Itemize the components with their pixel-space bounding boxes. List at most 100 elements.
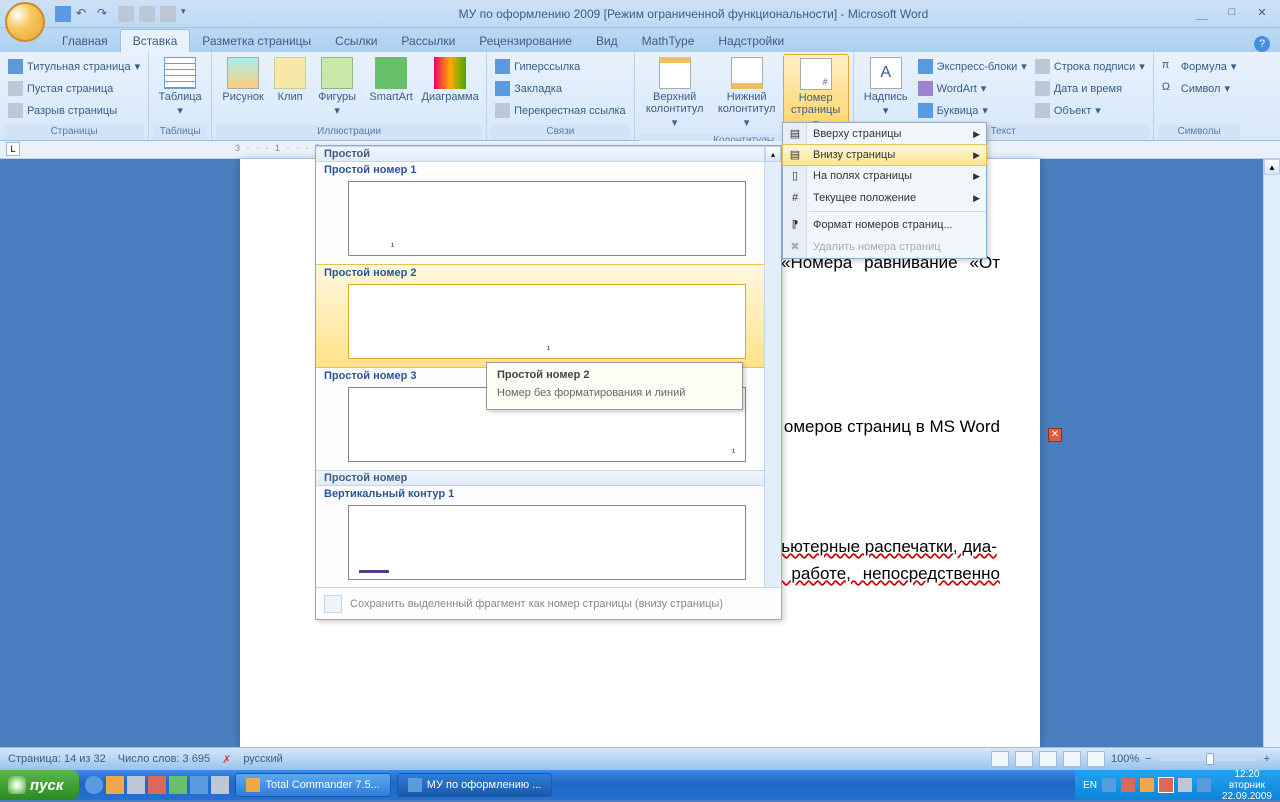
tray-volume-icon[interactable] — [1178, 778, 1192, 792]
undo-icon[interactable]: ↶ — [76, 6, 92, 22]
pn-page-margins[interactable]: ▯На полях страницы▶ — [783, 165, 986, 187]
group-symbols: πФормула▾ ΩСимвол▾ Символы — [1154, 52, 1245, 140]
header-button[interactable]: Верхний колонтитул▾ — [639, 54, 711, 134]
signature-button[interactable]: Строка подписи▾ — [1035, 56, 1145, 77]
ql-mail-icon[interactable] — [106, 776, 124, 794]
chevron-right-icon: ▶ — [973, 129, 980, 140]
taskbar-task-active[interactable]: МУ по оформлению ... — [397, 773, 553, 797]
pn-bottom-of-page[interactable]: ▤Внизу страницы▶ — [782, 144, 987, 166]
blank-page-button[interactable]: Пустая страница — [8, 78, 140, 99]
start-button[interactable]: пуск — [0, 770, 79, 800]
object-button[interactable]: Объект▾ — [1035, 100, 1145, 121]
qat-more-icon[interactable]: ▾ — [181, 6, 197, 22]
ql-desktop-icon[interactable] — [127, 776, 145, 794]
zoom-thumb[interactable] — [1206, 753, 1214, 765]
tab-review[interactable]: Рецензирование — [467, 30, 584, 52]
tray-network-icon[interactable] — [1102, 778, 1116, 792]
ql-app-icon[interactable] — [211, 776, 229, 794]
status-proof-icon[interactable]: ✗ — [222, 753, 231, 766]
footer-button[interactable]: Нижний колонтитул▾ — [711, 54, 783, 134]
tray-app-icon[interactable] — [1140, 778, 1154, 792]
dropcap-button[interactable]: Буквица▾ — [918, 100, 1027, 121]
crossref-button[interactable]: Перекрестная ссылка — [495, 100, 626, 121]
chart-button[interactable]: Диаграмма — [418, 54, 482, 125]
scroll-up-icon[interactable]: ▴ — [765, 146, 781, 162]
view-reading-icon[interactable] — [1015, 751, 1033, 767]
pn-top-of-page[interactable]: ▤Вверху страницы▶ — [783, 123, 986, 145]
symbol-button[interactable]: ΩСимвол▾ — [1162, 78, 1237, 99]
ql-app-icon[interactable] — [190, 776, 208, 794]
redo-icon[interactable]: ↷ — [97, 6, 113, 22]
tray-av-icon[interactable] — [1121, 778, 1135, 792]
zoom-in-icon[interactable]: + — [1264, 753, 1270, 765]
pn-current-position[interactable]: #Текущее положение▶ — [783, 187, 986, 209]
tab-mailings[interactable]: Рассылки — [389, 30, 467, 52]
tab-home[interactable]: Главная — [50, 30, 120, 52]
status-language[interactable]: русский — [243, 753, 282, 766]
tab-mathtype[interactable]: MathType — [630, 30, 707, 52]
bookmark-icon — [495, 81, 510, 96]
cover-page-button[interactable]: Титульная страница▾ — [8, 56, 140, 77]
preview-icon[interactable] — [139, 6, 155, 22]
bookmark-button[interactable]: Закладка — [495, 78, 626, 99]
open-icon[interactable] — [160, 6, 176, 22]
datetime-button[interactable]: Дата и время — [1035, 78, 1145, 99]
gallery-scrollbar[interactable]: ▴ — [764, 146, 781, 587]
minimize-button[interactable]: ＿ — [1190, 6, 1214, 22]
taskbar: пуск Total Commander 7.5... МУ по оформл… — [0, 770, 1280, 800]
zoom-out-icon[interactable]: − — [1145, 753, 1151, 765]
view-draft-icon[interactable] — [1087, 751, 1105, 767]
gallery-item[interactable]: Простой номер 1 ¹ — [316, 162, 764, 256]
maximize-button[interactable]: □ — [1220, 6, 1244, 22]
tooltip-body: Номер без форматирования и линий — [497, 387, 732, 399]
print-icon[interactable] — [118, 6, 134, 22]
clipart-button[interactable]: Клип — [270, 54, 310, 125]
vertical-scrollbar[interactable]: ▲ — [1263, 159, 1280, 747]
ql-app-icon[interactable] — [169, 776, 187, 794]
smartart-button[interactable]: SmartArt — [364, 54, 418, 125]
ql-app-icon[interactable] — [148, 776, 166, 794]
hyperlink-button[interactable]: Гиперссылка — [495, 56, 626, 77]
gallery-item[interactable]: Вертикальный контур 1 — [316, 486, 764, 580]
status-page[interactable]: Страница: 14 из 32 — [8, 753, 106, 766]
zoom-value[interactable]: 100% — [1111, 753, 1139, 765]
table-button[interactable]: Таблица▾ — [153, 54, 207, 125]
status-words[interactable]: Число слов: 3 695 — [118, 753, 210, 766]
tab-page-layout[interactable]: Разметка страницы — [190, 30, 323, 52]
tab-view[interactable]: Вид — [584, 30, 630, 52]
tray-keyboard-icon[interactable] — [1159, 778, 1173, 792]
tray-clock[interactable]: 12:20 вторник 22.09.2009 — [1222, 769, 1272, 802]
gallery-item-selected[interactable]: Простой номер 2 ¹ — [316, 264, 764, 368]
tray-lang[interactable]: EN — [1083, 780, 1097, 791]
quickparts-button[interactable]: Экспресс-блоки▾ — [918, 56, 1027, 77]
group-pages: Титульная страница▾ Пустая страница Разр… — [0, 52, 149, 140]
tab-insert[interactable]: Вставка — [120, 29, 191, 52]
equation-button[interactable]: πФормула▾ — [1162, 56, 1237, 77]
tray-bt-icon[interactable] — [1197, 778, 1211, 792]
tab-references[interactable]: Ссылки — [323, 30, 389, 52]
word-icon — [408, 778, 422, 792]
scroll-up-icon[interactable]: ▲ — [1264, 159, 1280, 175]
pn-format[interactable]: ⁋Формат номеров страниц... — [783, 214, 986, 236]
picture-toolbar-close-icon[interactable]: ✕ — [1048, 428, 1062, 442]
page-break-button[interactable]: Разрыв страницы — [8, 100, 140, 121]
tab-addins[interactable]: Надстройки — [706, 30, 796, 52]
view-web-icon[interactable] — [1039, 751, 1057, 767]
ql-ie-icon[interactable] — [85, 776, 103, 794]
ribbon-tabs: Главная Вставка Разметка страницы Ссылки… — [0, 28, 1280, 52]
gallery-footer[interactable]: Сохранить выделенный фрагмент как номер … — [316, 587, 781, 619]
close-button[interactable]: ✕ — [1250, 6, 1274, 22]
taskbar-task[interactable]: Total Commander 7.5... — [235, 773, 390, 797]
shapes-button[interactable]: Фигуры▾ — [310, 54, 364, 125]
save-icon[interactable] — [55, 6, 71, 22]
zoom-slider[interactable] — [1158, 757, 1258, 761]
wordart-button[interactable]: WordArt▾ — [918, 78, 1027, 99]
tab-selector[interactable]: L — [6, 142, 20, 156]
view-outline-icon[interactable] — [1063, 751, 1081, 767]
gallery-item-label: Вертикальный контур 1 — [316, 486, 764, 502]
ribbon-help-icon[interactable]: ? — [1254, 36, 1270, 52]
view-print-layout-icon[interactable] — [991, 751, 1009, 767]
office-button[interactable] — [5, 2, 45, 42]
picture-button[interactable]: Рисунок — [216, 54, 270, 125]
textbox-button[interactable]: AНадпись▾ — [858, 54, 914, 125]
